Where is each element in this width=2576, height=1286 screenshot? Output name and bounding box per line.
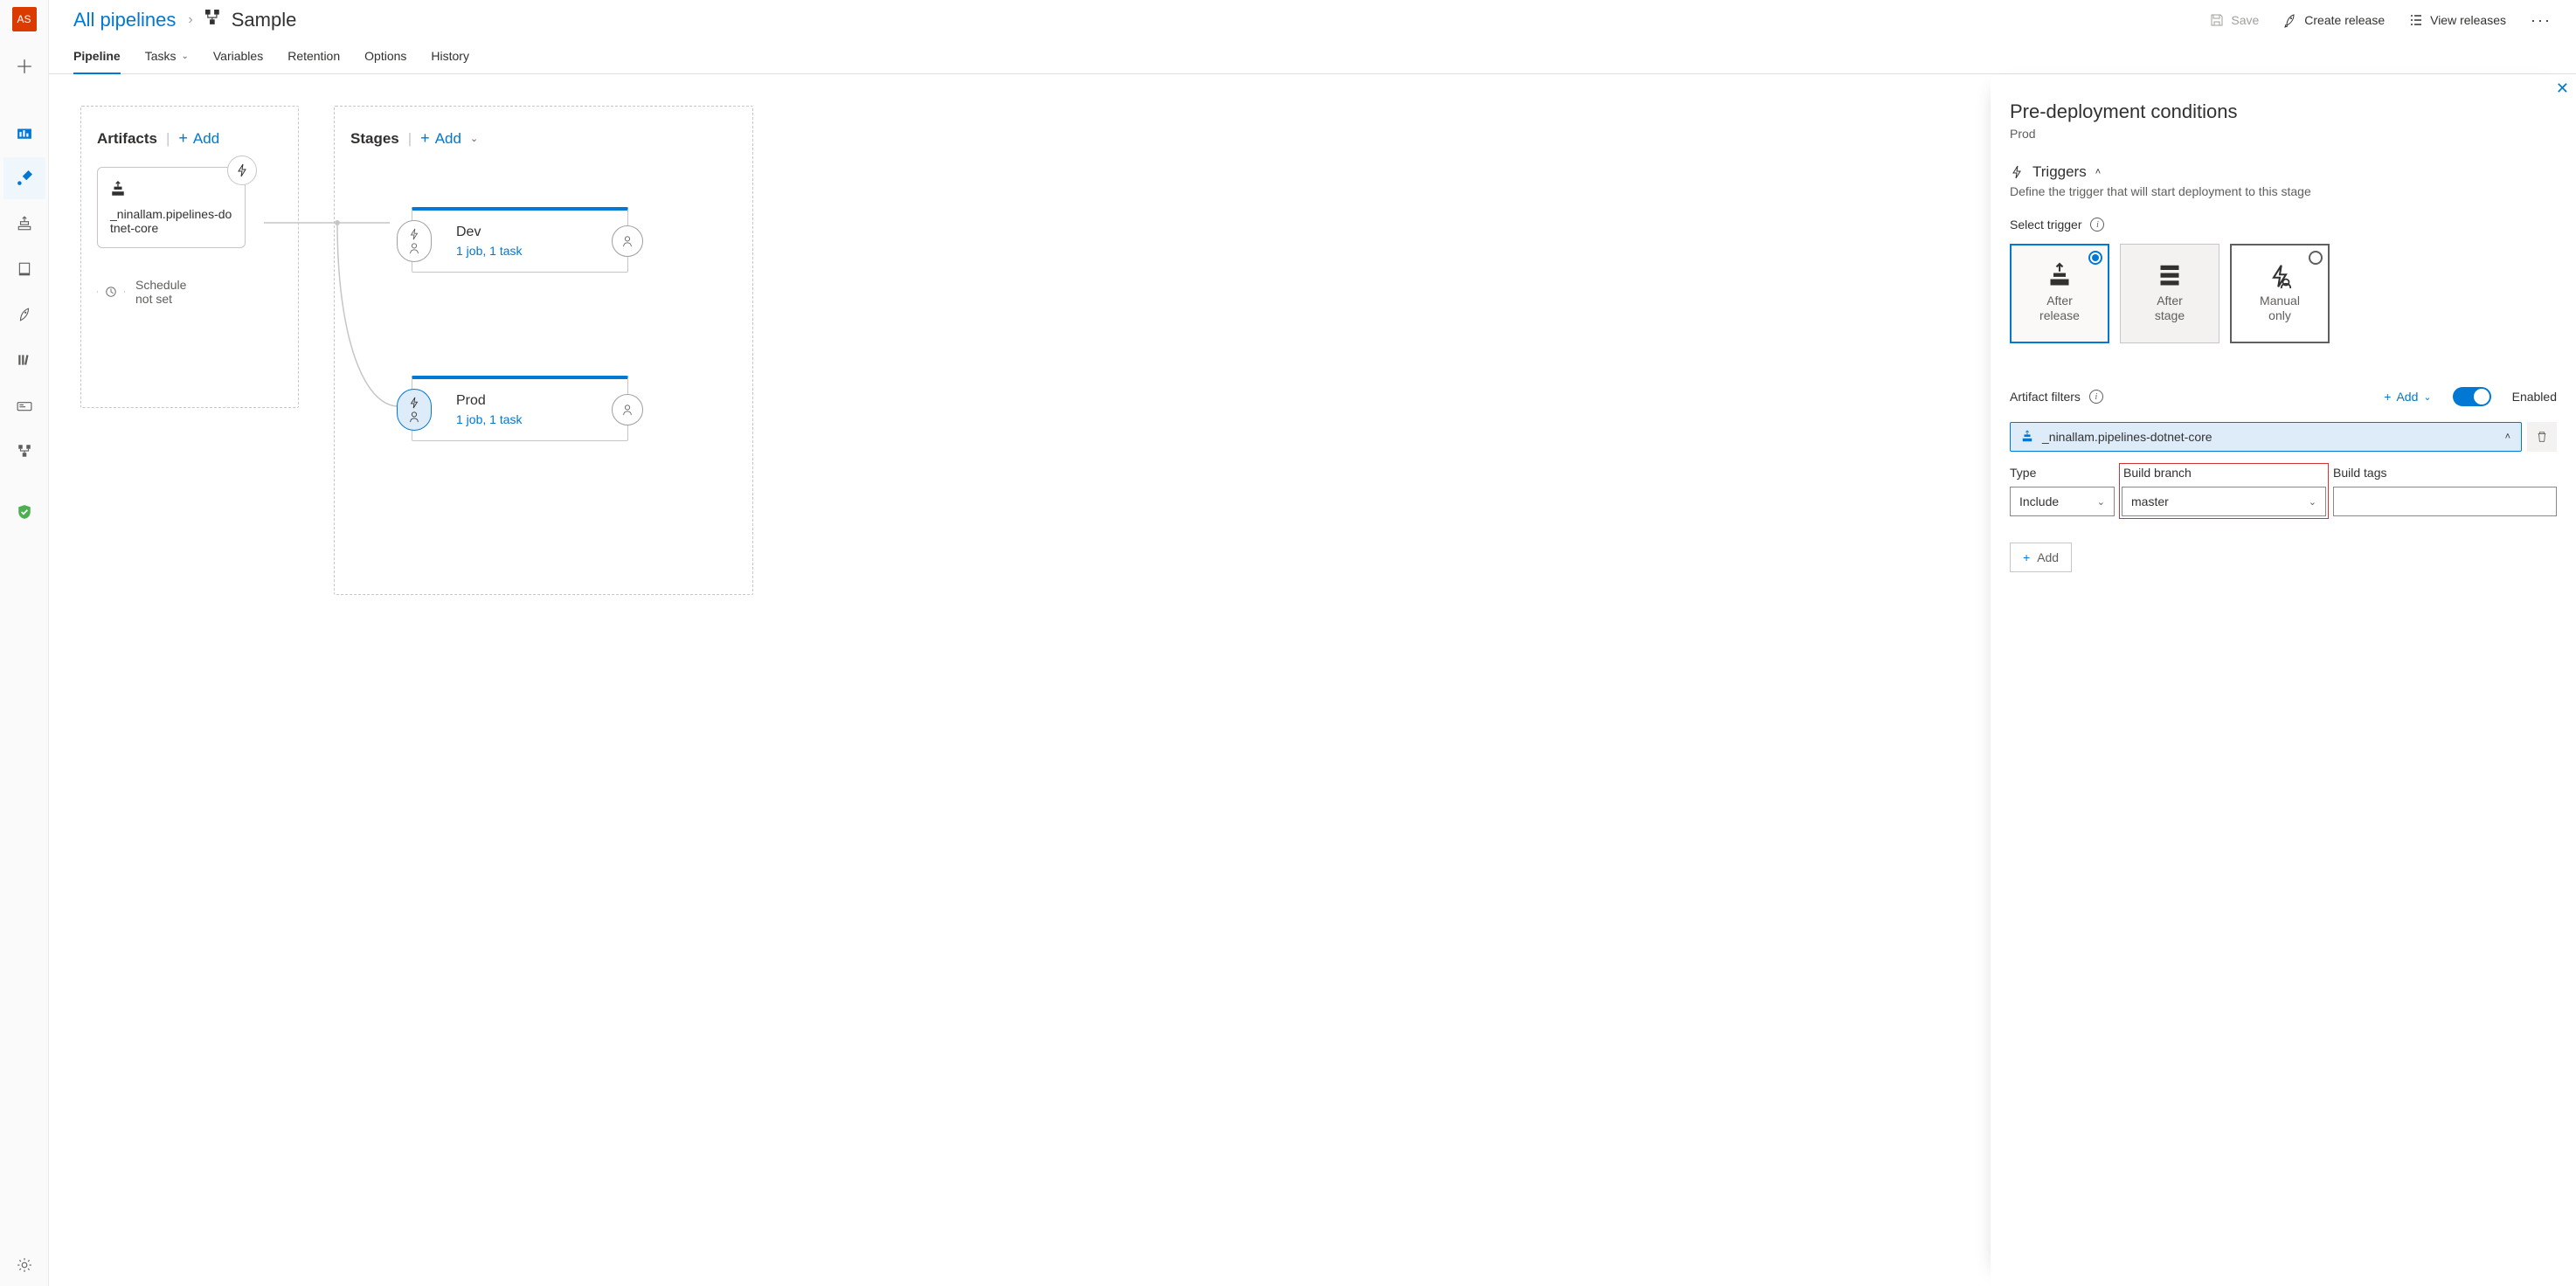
pre-deploy-badge-prod[interactable] xyxy=(397,389,432,431)
stage-jobs-link[interactable]: 1 job, 1 task xyxy=(456,244,615,258)
save-icon xyxy=(2210,13,2224,27)
add-filter-row-button[interactable]: +Add xyxy=(2010,543,2072,572)
add-artifact-button[interactable]: +Add xyxy=(178,129,219,148)
chevron-down-icon: ⌄ xyxy=(2423,391,2431,403)
triggers-description: Define the trigger that will start deplo… xyxy=(2010,184,2557,198)
chevron-down-icon: ⌄ xyxy=(2309,496,2316,508)
type-label: Type xyxy=(2010,466,2115,480)
nav-security-icon[interactable] xyxy=(3,491,45,533)
stage-card-prod[interactable]: Prod 1 job, 1 task xyxy=(412,376,628,441)
clock-icon xyxy=(97,278,125,306)
build-icon xyxy=(110,182,232,202)
nav-builds-icon[interactable] xyxy=(3,203,45,245)
stage-name: Dev xyxy=(456,225,615,240)
after-release-icon xyxy=(2047,264,2072,288)
branch-label: Build branch xyxy=(2122,466,2326,480)
artifacts-header: Artifacts xyxy=(97,130,157,148)
nav-settings-icon[interactable] xyxy=(3,1244,45,1286)
chevron-up-icon: ˄ xyxy=(2505,432,2510,442)
tab-bar: Pipeline Tasks⌄ Variables Retention Opti… xyxy=(49,37,2576,74)
create-release-button[interactable]: Create release xyxy=(2283,13,2385,27)
page-title: Sample xyxy=(205,9,297,31)
tab-variables[interactable]: Variables xyxy=(213,44,263,73)
artifacts-column: Artifacts | +Add _ninallam.pipelines-dot… xyxy=(80,106,299,408)
nav-pipelines-icon[interactable] xyxy=(3,157,45,199)
schedule-row[interactable]: Schedule not set xyxy=(97,278,282,306)
add-filter-button[interactable]: +Add⌄ xyxy=(2384,390,2431,404)
branch-select[interactable]: master⌄ xyxy=(2122,487,2326,516)
artifact-filters-toggle[interactable] xyxy=(2453,387,2491,406)
build-icon xyxy=(2021,431,2033,443)
stages-column: Stages | +Add⌄ xyxy=(334,106,753,595)
artifact-name: _ninallam.pipelines-dotnet-core xyxy=(110,207,232,235)
chevron-down-icon: ⌄ xyxy=(181,52,188,61)
breadcrumb-all-pipelines[interactable]: All pipelines xyxy=(73,9,176,31)
artifact-filters-label: Artifact filters xyxy=(2010,390,2081,404)
delete-filter-button[interactable] xyxy=(2527,422,2557,452)
manual-only-icon xyxy=(2268,264,2292,288)
stage-card-dev[interactable]: Dev 1 job, 1 task xyxy=(412,207,628,273)
chevron-up-icon: ˄ xyxy=(2095,167,2101,177)
stage-name: Prod xyxy=(456,393,615,409)
select-trigger-label: Select trigger xyxy=(2010,218,2081,232)
chevron-right-icon: › xyxy=(188,12,192,28)
info-icon[interactable]: i xyxy=(2090,218,2104,232)
panel-title: Pre-deployment conditions xyxy=(2010,100,2557,123)
nav-environments-icon[interactable] xyxy=(3,248,45,290)
tags-input[interactable] xyxy=(2333,487,2557,516)
list-icon xyxy=(2409,13,2423,27)
radio-icon xyxy=(2309,251,2323,265)
pipeline-icon xyxy=(205,10,221,30)
save-button: Save xyxy=(2210,13,2259,27)
radio-icon xyxy=(2088,251,2102,265)
pre-deployment-panel: ✕ Pre-deployment conditions Prod Trigger… xyxy=(1991,74,2576,1286)
post-deploy-badge-dev[interactable] xyxy=(612,225,643,257)
breadcrumb: All pipelines › Sample xyxy=(73,9,296,31)
nav-deployment-icon[interactable] xyxy=(3,430,45,472)
tab-tasks[interactable]: Tasks⌄ xyxy=(145,44,189,73)
rocket-icon xyxy=(2283,13,2297,27)
header-actions: Save Create release View releases ··· xyxy=(2210,11,2552,30)
trigger-tile-after-stage[interactable]: After stage xyxy=(2120,244,2219,343)
nav-overview-icon[interactable] xyxy=(3,112,45,154)
header: All pipelines › Sample Save Create relea… xyxy=(49,0,2576,37)
trigger-tile-after-release[interactable]: After release xyxy=(2010,244,2109,343)
tab-history[interactable]: History xyxy=(431,44,469,73)
nav-taskgroups-icon[interactable] xyxy=(3,384,45,426)
type-select[interactable]: Include⌄ xyxy=(2010,487,2115,516)
left-nav: AS xyxy=(0,0,49,1286)
panel-stage-name: Prod xyxy=(2010,127,2557,141)
more-actions-button[interactable]: ··· xyxy=(2531,11,2552,30)
triggers-section-header[interactable]: Triggers ˄ xyxy=(2010,163,2557,181)
artifact-card[interactable]: _ninallam.pipelines-dotnet-core xyxy=(97,167,246,248)
chevron-down-icon: ⌄ xyxy=(2097,496,2105,508)
pre-deploy-badge-dev[interactable] xyxy=(397,220,432,262)
stage-jobs-link[interactable]: 1 job, 1 task xyxy=(456,412,615,426)
artifact-filter-chip[interactable]: _ninallam.pipelines-dotnet-core ˄ xyxy=(2010,422,2522,452)
view-releases-button[interactable]: View releases xyxy=(2409,13,2506,27)
artifact-trigger-badge[interactable] xyxy=(227,156,257,185)
user-avatar[interactable]: AS xyxy=(12,7,37,31)
pipeline-canvas: Artifacts | +Add _ninallam.pipelines-dot… xyxy=(49,74,1991,1286)
lightning-icon xyxy=(2010,165,2024,179)
enabled-label: Enabled xyxy=(2512,390,2557,404)
close-panel-button[interactable]: ✕ xyxy=(2556,80,2569,98)
tab-retention[interactable]: Retention xyxy=(287,44,340,73)
info-icon[interactable]: i xyxy=(2089,390,2103,404)
tab-pipeline[interactable]: Pipeline xyxy=(73,44,121,73)
after-stage-icon xyxy=(2157,264,2182,288)
nav-releases-icon[interactable] xyxy=(3,294,45,335)
tags-label: Build tags xyxy=(2333,466,2557,480)
nav-library-icon[interactable] xyxy=(3,339,45,381)
stages-header: Stages xyxy=(350,130,399,148)
add-stage-button[interactable]: +Add⌄ xyxy=(420,129,478,148)
nav-add-button[interactable] xyxy=(3,45,45,87)
tab-options[interactable]: Options xyxy=(364,44,406,73)
trigger-tile-manual-only[interactable]: Manual only xyxy=(2230,244,2330,343)
post-deploy-badge-prod[interactable] xyxy=(612,394,643,425)
